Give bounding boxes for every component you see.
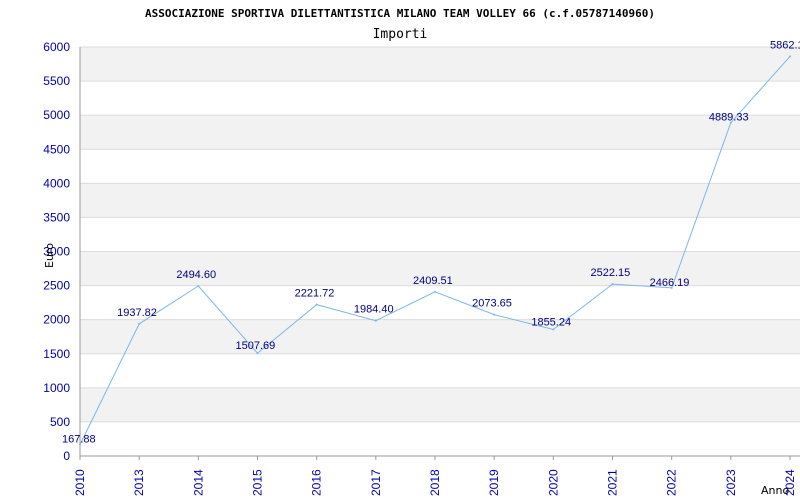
data-labels: 167.88 1937.82 2494.60 1507.69 2221.72 1984.4… — [62, 39, 800, 445]
y-tick-label: 1000 — [43, 381, 70, 395]
data-point — [493, 313, 496, 316]
chart-title: ASSOCIAZIONE SPORTIVA DILETTANTISTICA MI… — [145, 7, 655, 20]
x-axis-label: Anno — [761, 484, 789, 497]
grid-band — [80, 115, 800, 150]
x-tick-label: 2015 — [251, 469, 265, 496]
x-tick-label: 2018 — [428, 469, 442, 496]
grid-band — [80, 183, 800, 218]
data-label: 5862.1 — [770, 39, 800, 51]
data-point — [315, 303, 318, 306]
chart-subtitle: Importi — [373, 27, 428, 42]
y-tick-label: 1500 — [43, 347, 70, 361]
data-label: 2073.65 — [472, 298, 512, 310]
line-chart: 0500100015002000250030003500400045005000… — [43, 7, 800, 497]
data-label: 1937.82 — [117, 307, 157, 319]
y-tick-label: 3500 — [43, 210, 70, 224]
y-tick-label: 6000 — [43, 40, 70, 54]
y-tick-label: 4500 — [43, 142, 70, 156]
x-tick-label: 2022 — [665, 469, 679, 496]
y-tick-label: 5000 — [43, 108, 70, 122]
y-tick-label: 2500 — [43, 279, 70, 293]
x-tick-label: 2021 — [606, 469, 620, 496]
x-tick-labels: 2010 2013 2014 2015 2016 2017 2018 2019 2020 2021… — [73, 469, 797, 496]
y-axis-label: Euro — [43, 243, 56, 268]
y-tick-label: 0 — [63, 449, 70, 463]
data-point — [434, 290, 436, 293]
y-tick-label: 500 — [50, 415, 70, 429]
y-tick-label: 5500 — [43, 74, 70, 88]
grid-bands — [80, 47, 800, 422]
x-tick-label: 2017 — [369, 469, 383, 496]
grid-band — [80, 319, 800, 354]
data-label: 2494.60 — [176, 269, 216, 281]
data-label: 167.88 — [62, 434, 96, 446]
y-tick-label: 4000 — [43, 176, 70, 190]
data-label: 2522.15 — [591, 267, 631, 279]
data-label: 1855.24 — [531, 317, 571, 329]
data-point — [611, 283, 614, 286]
data-label: 1507.69 — [236, 340, 276, 352]
data-point — [138, 322, 141, 325]
data-point — [197, 284, 200, 287]
data-label: 4889.33 — [709, 112, 749, 124]
data-label: 2409.51 — [413, 275, 453, 287]
grid-band — [80, 47, 800, 82]
data-label: 2221.72 — [295, 288, 335, 300]
x-tick-label: 2023 — [724, 469, 738, 496]
series-line-path — [79, 56, 791, 445]
data-label: 1984.40 — [354, 304, 394, 316]
x-tick-label: 2014 — [191, 469, 205, 496]
x-tick-label: 2013 — [132, 469, 146, 496]
data-point — [552, 328, 555, 331]
data-point — [374, 319, 377, 322]
grid-band — [80, 387, 800, 422]
x-tick-label: 2016 — [310, 469, 324, 496]
data-label: 2466.19 — [650, 277, 690, 289]
x-tick-label: 2020 — [546, 469, 560, 496]
data-point — [256, 352, 259, 355]
y-tick-label: 2000 — [43, 313, 70, 327]
x-tick-label: 2010 — [73, 469, 87, 496]
data-point — [789, 55, 791, 58]
x-tick-label: 2019 — [487, 469, 501, 496]
series-line — [79, 55, 791, 446]
